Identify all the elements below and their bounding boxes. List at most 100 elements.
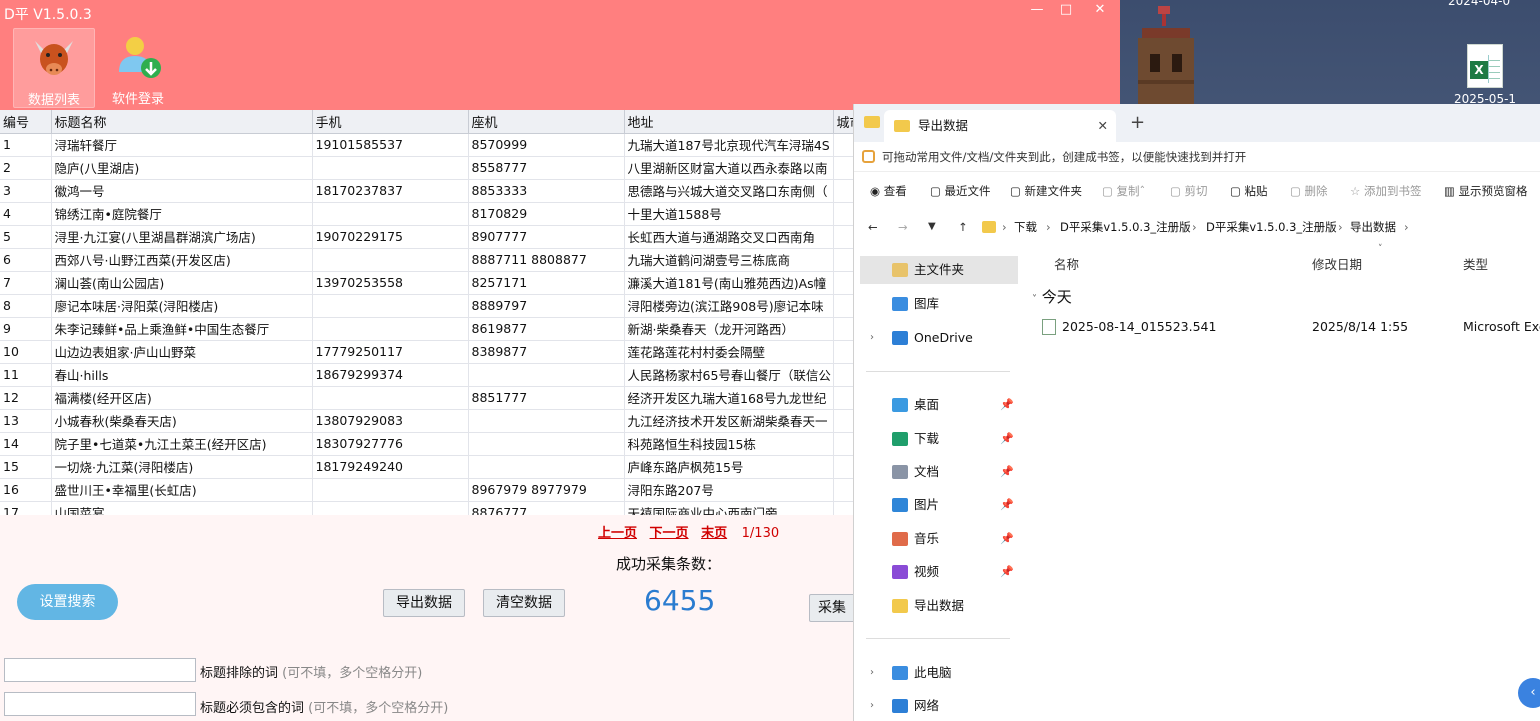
last-page-link[interactable]: 末页 bbox=[701, 526, 727, 541]
pin-icon[interactable]: 📌 bbox=[1000, 491, 1014, 519]
nav-downloads[interactable]: 下载 📌 bbox=[860, 425, 1018, 453]
table-row[interactable]: 17 山国菜宴 8876777 天禧国际商业中心西南门旁 bbox=[0, 501, 855, 515]
table-row[interactable]: 6 西郊八号·山野江西菜(开发区店) 8887711 8808877 九瑞大道鹤问湖壹… bbox=[0, 248, 855, 272]
table-cell: 19101585537 bbox=[312, 133, 469, 157]
column-header[interactable]: 座机 bbox=[468, 110, 625, 134]
table-row[interactable]: 5 浔里·九江宴(八里湖昌群湖滨广场店) 19070229175 8907777 长虹西… bbox=[0, 225, 855, 249]
table-cell: 13 bbox=[0, 409, 52, 433]
sort-chevron-icon: ˅ bbox=[1378, 244, 1383, 254]
column-type[interactable]: 类型 bbox=[1463, 254, 1488, 273]
table-cell bbox=[833, 386, 855, 410]
music-icon bbox=[892, 532, 908, 546]
breadcrumb-item[interactable]: D平采集v1.5.0.3_注册版 bbox=[1206, 210, 1337, 244]
breadcrumb-item[interactable]: D平采集v1.5.0.3_注册版 bbox=[1060, 210, 1191, 244]
clear-data-button[interactable]: 清空数据 bbox=[483, 589, 565, 617]
include-words-input[interactable] bbox=[4, 692, 196, 716]
table-row[interactable]: 1 浔瑞轩餐厅 19101585537 8570999 九瑞大道187号北京现代汽车浔瑞… bbox=[0, 133, 855, 157]
column-header[interactable]: 标题名称 bbox=[51, 110, 313, 134]
paste-command[interactable]: ▢ 粘贴 bbox=[1230, 183, 1268, 199]
explorer-tab[interactable]: 导出数据 ✕ bbox=[884, 110, 1116, 142]
table-row[interactable]: 8 廖记本味居·浔阳菜(浔阳楼店) 8889797 浔阳楼旁边(滨江路908号)廖记本… bbox=[0, 294, 855, 318]
column-header[interactable]: 地址 bbox=[624, 110, 834, 134]
expand-chevron-icon[interactable]: › bbox=[870, 659, 874, 687]
table-cell bbox=[312, 317, 469, 341]
table-cell bbox=[833, 225, 855, 249]
up-icon[interactable]: ↑ bbox=[958, 210, 968, 244]
nav-gallery[interactable]: 图库 bbox=[860, 290, 1018, 318]
table-cell: 10 bbox=[0, 340, 52, 364]
pin-icon[interactable]: 📌 bbox=[1000, 391, 1014, 419]
table-cell: 12 bbox=[0, 386, 52, 410]
table-row[interactable]: 2 隐庐(八里湖店) 8558777 八里湖新区财富大道以西永泰路以南 bbox=[0, 156, 855, 180]
search-settings-button[interactable]: 设置搜索 bbox=[17, 584, 118, 620]
table-row[interactable]: 9 朱李记臻鲜•品上乘渔鲜•中国生态餐厅 8619877 新湖·柴桑春天（龙开河路西） bbox=[0, 317, 855, 341]
explorer-tabbar: 导出数据 ✕ + bbox=[854, 104, 1540, 142]
exclude-words-input[interactable] bbox=[4, 658, 196, 682]
back-icon[interactable]: ← bbox=[868, 210, 878, 244]
next-page-link[interactable]: 下一页 bbox=[650, 526, 689, 541]
pin-icon[interactable]: 📌 bbox=[1000, 525, 1014, 553]
nav-pictures[interactable]: 图片 📌 bbox=[860, 491, 1018, 519]
collect-button[interactable]: 采集 bbox=[809, 594, 855, 622]
view-command[interactable]: ◉ 查看 bbox=[870, 183, 907, 199]
table-row[interactable]: 13 小城春秋(柴桑春天店) 13807929083 九江经济技术开发区新湖柴桑春天一 bbox=[0, 409, 855, 433]
nav-desktop[interactable]: 桌面 📌 bbox=[860, 391, 1018, 419]
column-modified[interactable]: 修改日期 bbox=[1312, 254, 1362, 273]
table-row[interactable]: 10 山边边表姐家·庐山山野菜 17779250117 8389877 莲花路莲花村村委… bbox=[0, 340, 855, 364]
new-folder-command[interactable]: ▢ 新建文件夹 bbox=[1010, 183, 1082, 199]
table-row[interactable]: 12 福满楼(经开区店) 8851777 经济开发区九瑞大道168号九龙世纪 bbox=[0, 386, 855, 410]
group-header[interactable]: ˅ 今天 bbox=[1032, 286, 1072, 307]
pin-icon[interactable]: 📌 bbox=[1000, 458, 1014, 486]
data-list-button[interactable]: 数据列表 bbox=[13, 28, 95, 108]
table-row[interactable]: 11 春山·hills 18679299374 人民路杨家村65号春山餐厅（联信公 bbox=[0, 363, 855, 387]
delete-command[interactable]: ▢ 删除 bbox=[1290, 183, 1328, 199]
table-cell: 澜山荟(南山公园店) bbox=[51, 271, 313, 295]
expand-chevron-icon[interactable]: › bbox=[870, 692, 874, 720]
pin-icon[interactable]: 📌 bbox=[1000, 558, 1014, 586]
table-cell: 18307927776 bbox=[312, 432, 469, 456]
nav-network[interactable]: › 网络 bbox=[860, 692, 1018, 720]
forward-icon[interactable]: → bbox=[898, 210, 908, 244]
preview-pane-command[interactable]: ▥ 显示预览窗格 bbox=[1444, 183, 1528, 199]
maximize-button[interactable]: □ bbox=[1049, 0, 1083, 20]
cut-command[interactable]: ▢ 剪切 bbox=[1170, 183, 1208, 199]
table-cell: 院子里•七道菜•九江土菜王(经开区店) bbox=[51, 432, 313, 456]
table-row[interactable]: 16 盛世川王•幸福里(长虹店) 8967979 8977979 浔阳东路207号 bbox=[0, 478, 855, 502]
nav-music[interactable]: 音乐 📌 bbox=[860, 525, 1018, 553]
nav-export-folder[interactable]: 导出数据 bbox=[860, 592, 1018, 620]
close-button[interactable]: ✕ bbox=[1083, 0, 1117, 20]
close-tab-icon[interactable]: ✕ bbox=[1098, 110, 1108, 142]
software-login-button[interactable]: 软件登录 bbox=[97, 28, 179, 108]
side-panel-toggle-icon[interactable]: ‹ bbox=[1518, 678, 1540, 708]
table-row[interactable]: 4 锦绣江南•庭院餐厅 8170829 十里大道1588号 bbox=[0, 202, 855, 226]
column-header[interactable]: 城市 bbox=[833, 110, 855, 134]
breadcrumb-item[interactable]: 导出数据 bbox=[1350, 210, 1396, 244]
desktop-excel-file[interactable]: X 2025-05-1 bbox=[1450, 44, 1520, 106]
file-row[interactable]: 2025-08-14_015523.541 2025/8/14 1:55 Mic… bbox=[1026, 314, 1540, 340]
breadcrumb-item[interactable]: 下载 bbox=[1014, 210, 1037, 244]
expand-chevron-icon[interactable]: › bbox=[870, 324, 874, 352]
column-header[interactable]: 编号 bbox=[0, 110, 52, 134]
table-row[interactable]: 15 一切烧·九江菜(浔阳楼店) 18179249240 庐峰东路庐枫苑15号 bbox=[0, 455, 855, 479]
nav-onedrive[interactable]: › OneDrive bbox=[860, 324, 1018, 352]
pin-icon[interactable]: 📌 bbox=[1000, 425, 1014, 453]
column-name[interactable]: 名称 bbox=[1054, 254, 1079, 273]
copy-command[interactable]: ▢ 复制ˆ bbox=[1102, 183, 1145, 199]
prev-page-link[interactable]: 上一页 bbox=[598, 526, 637, 541]
nav-documents[interactable]: 文档 📌 bbox=[860, 458, 1018, 486]
table-row[interactable]: 3 徽鸿一号 18170237837 8853333 思德路与兴城大道交叉路口东南侧（ bbox=[0, 179, 855, 203]
table-cell: 6 bbox=[0, 248, 52, 272]
nav-videos[interactable]: 视频 📌 bbox=[860, 558, 1018, 586]
recent-files-command[interactable]: ▢ 最近文件 bbox=[930, 183, 991, 199]
nav-this-pc[interactable]: › 此电脑 bbox=[860, 659, 1018, 687]
column-header[interactable]: 手机 bbox=[312, 110, 469, 134]
table-cell: 九瑞大道鹤问湖壹号三栋底商 bbox=[624, 248, 834, 272]
table-cell: 8876777 bbox=[468, 501, 625, 515]
history-chevron-icon[interactable]: ▼ bbox=[928, 210, 936, 244]
nav-home[interactable]: 主文件夹 bbox=[860, 256, 1018, 284]
table-row[interactable]: 7 澜山荟(南山公园店) 13970253558 8257171 濂溪大道181号(南山… bbox=[0, 271, 855, 295]
bookmark-command[interactable]: ☆ 添加到书签 bbox=[1350, 183, 1421, 199]
export-data-button[interactable]: 导出数据 bbox=[383, 589, 465, 617]
new-tab-button[interactable]: + bbox=[1130, 112, 1145, 133]
table-row[interactable]: 14 院子里•七道菜•九江土菜王(经开区店) 18307927776 科苑路恒生科技园… bbox=[0, 432, 855, 456]
